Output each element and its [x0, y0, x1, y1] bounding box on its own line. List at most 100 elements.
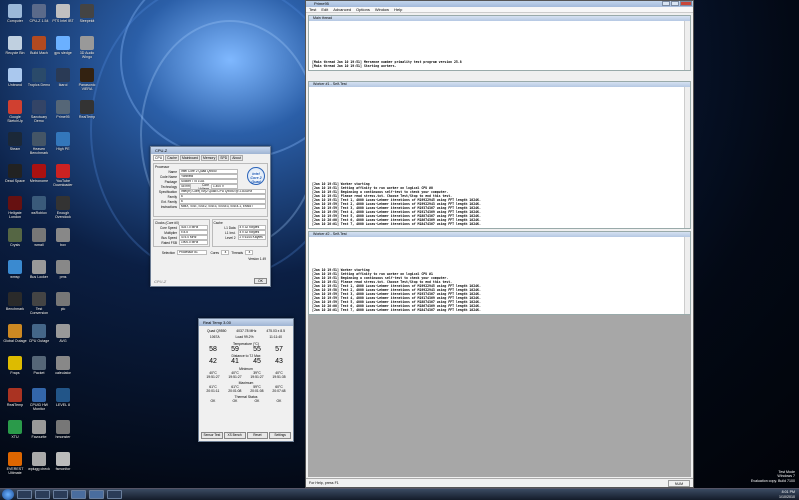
system-tray-clock[interactable]: 8:01 PM 1/10/2010 — [779, 490, 795, 500]
realtemp-window[interactable]: Real Temp 3.00 Quad Q9550 4037.78 MHz 47… — [198, 318, 294, 442]
settings-button[interactable]: Settings — [269, 432, 291, 439]
bus-speed-value: 475.0 MHz — [179, 235, 208, 240]
desktop-icon[interactable]: Prime95 — [51, 100, 75, 119]
main-thread-pane[interactable]: Main thread [Main thread Jan 10 19:51] M… — [308, 15, 691, 71]
menu-test[interactable]: Test — [309, 7, 316, 12]
desktop-icon[interactable]: Computer — [3, 4, 27, 23]
tab-cache[interactable]: Cache — [165, 155, 179, 161]
desktop-icon[interactable]: High PE — [51, 132, 75, 151]
desktop-icon[interactable]: Metronome — [27, 164, 51, 183]
desktop-icon[interactable]: Benchmark — [3, 292, 27, 311]
desktop-icon[interactable]: hmonster — [51, 420, 75, 439]
desktop-icon[interactable]: Dead Space — [3, 164, 27, 183]
desktop-icon[interactable]: CPU-Z 1.54 — [27, 4, 51, 23]
app-icon — [8, 324, 22, 338]
menu-window[interactable]: Window — [375, 7, 389, 12]
desktop-icon-label: LEVEL 8 — [55, 403, 71, 407]
min-time: 19:51:27 — [250, 375, 264, 379]
taskbar-cpuz-icon[interactable] — [71, 490, 86, 499]
prime95-window[interactable]: Prime95 Test Edit Advanced Options Windo… — [305, 0, 694, 488]
tab-cpu[interactable]: CPU — [153, 155, 165, 161]
tab-about[interactable]: About — [230, 155, 244, 161]
vertical-scrollbar[interactable] — [684, 21, 690, 70]
start-button[interactable] — [2, 489, 14, 500]
desktop-icon[interactable]: AVG — [51, 324, 75, 343]
desktop-icon[interactable]: caleulator — [51, 356, 75, 375]
desktop-icon[interactable]: Panasonic VIERA — [75, 68, 99, 91]
desktop-icon[interactable]: pms — [51, 260, 75, 279]
desktop-icon[interactable]: Steam — [3, 132, 27, 151]
desktop-icon[interactable]: gpu sledge — [51, 36, 75, 55]
realtemp-title[interactable]: Real Temp 3.00 — [199, 319, 293, 326]
desktop-icon[interactable]: Ikaroi — [51, 68, 75, 87]
desktop-icon[interactable]: Fraps — [3, 356, 27, 375]
desktop-icon[interactable]: Sanctuary Demo — [27, 100, 51, 123]
desktop-icon[interactable]: Build Mach — [27, 36, 51, 55]
desktop-icon[interactable]: LEVEL 8 — [51, 388, 75, 407]
main-thread-log: [Main thread Jan 10 19:51] Mersenne numb… — [312, 60, 680, 68]
desktop-icon[interactable]: Global Outage — [3, 324, 27, 343]
cpuz-window[interactable]: CPU-Z CPU Cache Mainboard Memory SPD Abo… — [150, 146, 271, 287]
desktop-icon[interactable]: Recycle Bin — [3, 36, 27, 55]
desktop-icon[interactable]: Google SketchUp — [3, 100, 27, 123]
desktop-icon[interactable]: plc — [51, 292, 75, 311]
desktop-icon[interactable]: Unbrand — [3, 68, 27, 87]
desktop-icon[interactable]: CPU Outage — [27, 324, 51, 343]
desktop-icon[interactable]: Crysis — [3, 228, 27, 247]
desktop-icon[interactable]: PTS Intel IBT — [51, 4, 75, 23]
vertical-scrollbar[interactable] — [684, 237, 690, 314]
name-key: Name — [168, 169, 177, 174]
menu-options[interactable]: Options — [356, 7, 370, 12]
sensor-test-button[interactable]: Sensor Test — [201, 432, 223, 439]
tab-mainboard[interactable]: Mainboard — [179, 155, 201, 161]
desktop-icon[interactable]: Enough Overclock — [51, 196, 75, 219]
minimize-button[interactable] — [662, 1, 670, 6]
menu-help[interactable]: Help — [394, 7, 402, 12]
desktop-icon[interactable]: Hellgate London — [3, 196, 27, 219]
prime95-titlebar[interactable]: Prime95 — [306, 1, 693, 7]
desktop-icon[interactable]: Packet — [27, 356, 51, 375]
desktop-icon[interactable]: fsmonitor — [51, 452, 75, 471]
taskbar-prime95-icon[interactable] — [89, 490, 104, 499]
desktop-icon[interactable]: Favourite — [27, 420, 51, 439]
tab-spd[interactable]: SPD — [218, 155, 230, 161]
menu-advanced[interactable]: Advanced — [333, 7, 351, 12]
desktop-icon[interactable]: YouTube Downloader — [51, 164, 75, 187]
desktop-icon[interactable]: wplugg check — [27, 452, 51, 471]
multiplier-key: Multiplier — [164, 230, 177, 235]
worker2-pane[interactable]: Worker #2 - Self-Test [Jan 10 19:51] Wor… — [308, 231, 691, 315]
worker1-pane[interactable]: Worker #1 - Self-Test [Jan 10 19:51] Wor… — [308, 81, 691, 229]
tab-memory[interactable]: Memory — [201, 155, 218, 161]
taskbar-media-icon[interactable] — [35, 490, 50, 499]
desktop-icon[interactable]: RealTemp — [3, 388, 27, 407]
l1-inst-key: L1 Inst. — [225, 230, 236, 235]
desktop-icon[interactable]: Tropics Demo — [27, 68, 51, 87]
cpuz-title[interactable]: CPU-Z — [151, 147, 270, 154]
desktop-icon[interactable]: CPUID HW Monitor — [27, 388, 51, 411]
close-button[interactable] — [680, 1, 692, 6]
desktop-icon[interactable]: RealTemp — [75, 100, 99, 119]
desktop-icon[interactable]: box — [51, 228, 75, 247]
taskbar-explorer-icon[interactable] — [17, 490, 32, 499]
desktop-icon[interactable]: Heaven Benchmark — [27, 132, 51, 155]
maximize-button[interactable] — [671, 1, 679, 6]
desktop-icon[interactable]: wmall — [27, 228, 51, 247]
processor-select[interactable]: Processor #1 — [177, 250, 207, 255]
reset-button[interactable]: Reset — [246, 432, 269, 439]
desktop-icon[interactable]: Test Conversion — [27, 292, 51, 315]
desktop-icon[interactable]: wsRoblox — [27, 196, 51, 215]
desktop-icon[interactable]: wmsp — [3, 260, 27, 279]
desktop-icon[interactable]: Sleepekit — [75, 4, 99, 23]
desktop-icon[interactable]: Bus Locker — [27, 260, 51, 279]
taskbar-ie-icon[interactable] — [53, 490, 68, 499]
desktop-icon[interactable]: XTU — [3, 420, 27, 439]
intel-core2-logo: intel Core 2 Quad — [247, 167, 265, 185]
taskbar-realtemp-icon[interactable] — [107, 490, 122, 499]
vertical-scrollbar[interactable] — [684, 87, 690, 228]
desktop-icon[interactable]: 3D Audio Wingo — [75, 36, 99, 59]
test-mode-watermark: Test Mode Windows 7 Evaluation copy. Bui… — [751, 470, 795, 483]
ok-button[interactable]: OK — [253, 278, 267, 284]
xs-bench-button[interactable]: XS Bench — [223, 432, 246, 439]
menu-edit[interactable]: Edit — [321, 7, 328, 12]
desktop-icon[interactable]: EVEREST Ultimate — [3, 452, 27, 475]
